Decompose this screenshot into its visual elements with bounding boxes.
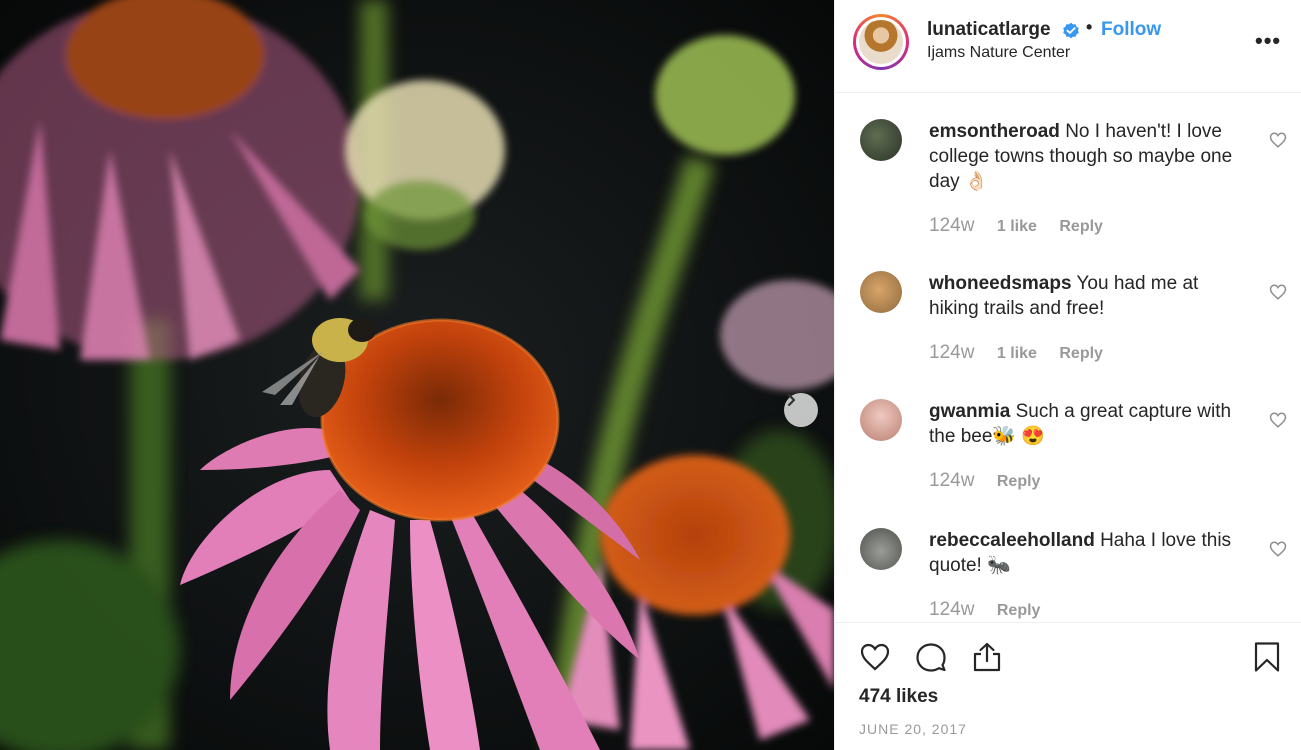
coneflower-bee-image — [0, 0, 834, 750]
comments-list[interactable]: emsontheroad No I haven't! I love colleg… — [835, 94, 1301, 622]
post-side-panel: lunaticatlarge • Follow Ijams Nature Cen… — [834, 0, 1301, 750]
comment-body: whoneedsmaps You had me at hiking trails… — [929, 271, 1249, 321]
more-options-button[interactable]: ••• — [1255, 28, 1281, 54]
like-heart-icon[interactable] — [859, 641, 891, 673]
comment-likes[interactable]: 1 like — [997, 345, 1037, 362]
comment-avatar[interactable] — [860, 528, 902, 570]
comment-time[interactable]: 124w — [929, 215, 974, 236]
comment-time[interactable]: 124w — [929, 599, 974, 620]
chevron-right-icon — [787, 393, 796, 407]
comment-body: rebeccaleeholland Haha I love this quote… — [929, 528, 1249, 578]
verified-badge-icon — [1063, 22, 1079, 39]
reply-button[interactable]: Reply — [997, 473, 1041, 490]
comment-time[interactable]: 124w — [929, 470, 974, 491]
author-username[interactable]: lunaticatlarge — [927, 19, 1051, 41]
reply-button[interactable]: Reply — [1059, 218, 1103, 235]
comment-meta: 124w Reply — [929, 599, 1058, 621]
post-photo[interactable] — [0, 0, 834, 750]
comment-icon[interactable] — [915, 641, 947, 673]
comment-username[interactable]: whoneedsmaps — [929, 273, 1072, 294]
separator-dot: • — [1086, 17, 1093, 37]
next-image-button[interactable] — [784, 393, 818, 427]
post-date[interactable]: JUNE 20, 2017 — [859, 721, 967, 737]
post-actions: 474 likes JUNE 20, 2017 — [835, 622, 1301, 750]
likes-count[interactable]: 474 likes — [859, 686, 938, 708]
avatar-image — [859, 20, 903, 64]
follow-button[interactable]: Follow — [1101, 19, 1161, 41]
comment-likes[interactable]: 1 like — [997, 218, 1037, 235]
comment-body: gwanmia Such a great capture with the be… — [929, 399, 1249, 449]
comment-meta: 124w 1 like Reply — [929, 215, 1121, 237]
heart-icon[interactable] — [1269, 283, 1287, 301]
post-header: lunaticatlarge • Follow Ijams Nature Cen… — [835, 0, 1301, 93]
author-avatar[interactable] — [853, 14, 909, 70]
comment-avatar[interactable] — [860, 399, 902, 441]
comment-avatar[interactable] — [860, 271, 902, 313]
bookmark-icon[interactable] — [1251, 641, 1283, 673]
comment-username[interactable]: emsontheroad — [929, 121, 1060, 142]
comment-avatar[interactable] — [860, 119, 902, 161]
comment-username[interactable]: gwanmia — [929, 401, 1010, 422]
comment-body: emsontheroad No I haven't! I love colleg… — [929, 119, 1249, 194]
heart-icon[interactable] — [1269, 131, 1287, 149]
heart-icon[interactable] — [1269, 540, 1287, 558]
share-icon[interactable] — [971, 641, 1003, 673]
post-location[interactable]: Ijams Nature Center — [927, 44, 1070, 62]
comment-meta: 124w 1 like Reply — [929, 342, 1121, 364]
comment-username[interactable]: rebeccaleeholland — [929, 530, 1095, 551]
comment-meta: 124w Reply — [929, 470, 1058, 492]
heart-icon[interactable] — [1269, 411, 1287, 429]
reply-button[interactable]: Reply — [997, 602, 1041, 619]
reply-button[interactable]: Reply — [1059, 345, 1103, 362]
comment-time[interactable]: 124w — [929, 342, 974, 363]
